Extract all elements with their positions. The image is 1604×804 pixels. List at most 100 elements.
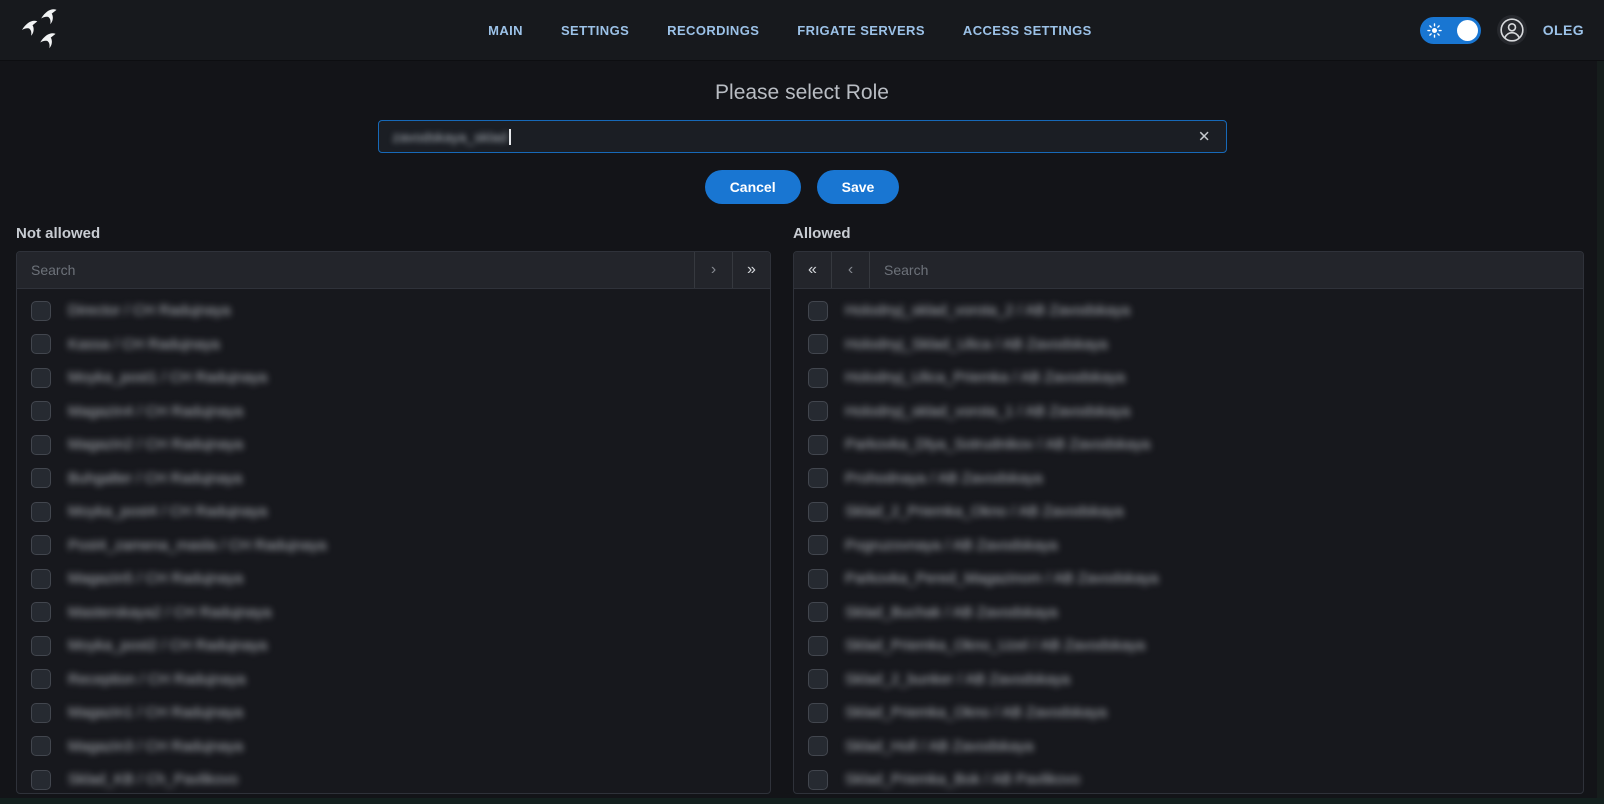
- list-item[interactable]: Sklad_Priemka_Okno_Uzel / AB Zavodskaya: [794, 629, 1583, 663]
- nav-item-settings[interactable]: SETTINGS: [561, 23, 629, 38]
- checkbox[interactable]: [31, 435, 51, 455]
- checkbox[interactable]: [808, 502, 828, 522]
- cancel-button[interactable]: Cancel: [705, 170, 801, 204]
- list-item-label: Holodnyj_Sklad_Ulica / AB Zavodskaya: [845, 336, 1108, 353]
- list-item[interactable]: Prohodnaya / AB Zavodskaya: [794, 462, 1583, 496]
- list-item-label: Moyka_post2 / CH Radujnaya: [68, 637, 267, 654]
- checkbox[interactable]: [31, 636, 51, 656]
- list-item[interactable]: Pogruzovnaya / AB Zavodskaya: [794, 529, 1583, 563]
- list-item[interactable]: Buhgalter / CH Radujnaya: [17, 462, 770, 496]
- nav-item-recordings[interactable]: RECORDINGS: [667, 23, 759, 38]
- list-item-label: Sklad_Priemka_Okno / AB Zavodskaya: [845, 704, 1107, 721]
- checkbox[interactable]: [31, 736, 51, 756]
- checkbox[interactable]: [31, 368, 51, 388]
- list-item[interactable]: Sklad_Buchak / AB Zavodskaya: [794, 596, 1583, 630]
- checkbox[interactable]: [31, 770, 51, 790]
- list-item[interactable]: Moyka_post1 / CH Radujnaya: [17, 361, 770, 395]
- role-input-wrap: zavodskaya_sklad ✕: [378, 120, 1227, 153]
- checkbox[interactable]: [808, 736, 828, 756]
- checkbox[interactable]: [808, 468, 828, 488]
- user-name[interactable]: OLEG: [1543, 22, 1584, 38]
- list-item[interactable]: Parkovka_Dlya_Sotrudnikov / AB Zavodskay…: [794, 428, 1583, 462]
- dialog-actions: Cancel Save: [0, 170, 1604, 204]
- checkbox[interactable]: [31, 569, 51, 589]
- checkbox[interactable]: [31, 301, 51, 321]
- checkbox[interactable]: [808, 770, 828, 790]
- list-item-label: Magazin1 / CH Radujnaya: [68, 704, 243, 721]
- checkbox[interactable]: [808, 602, 828, 622]
- checkbox[interactable]: [31, 535, 51, 555]
- list-item[interactable]: Reception / CH Radujnaya: [17, 663, 770, 697]
- list-item[interactable]: Parkovka_Pered_Magazinom / AB Zavodskaya: [794, 562, 1583, 596]
- checkbox[interactable]: [31, 468, 51, 488]
- list-item[interactable]: Holodnyj_Sklad_Ulica / AB Zavodskaya: [794, 328, 1583, 362]
- list-item-label: Holodnyj_sklad_vorota_2 / AB Zavodskaya: [845, 302, 1130, 319]
- list-item[interactable]: Moyka_post4 / CH Radujnaya: [17, 495, 770, 529]
- list-item[interactable]: Sklad_Priemka_Okno / AB Zavodskaya: [794, 696, 1583, 730]
- list-item-label: Magazin5 / CH Radujnaya: [68, 570, 243, 587]
- not-allowed-title: Not allowed: [16, 225, 771, 242]
- main-navigation: MAIN SETTINGS RECORDINGS FRIGATE SERVERS…: [488, 0, 1092, 60]
- list-item[interactable]: Magazin4 / CH Radujnaya: [17, 395, 770, 429]
- theme-toggle[interactable]: [1420, 17, 1481, 44]
- list-item-label: Director / CH Radujnaya: [68, 302, 231, 319]
- role-input-value: zavodskaya_sklad: [393, 129, 507, 145]
- list-item[interactable]: Director / CH Radujnaya: [17, 294, 770, 328]
- list-item[interactable]: Moyka_post2 / CH Radujnaya: [17, 629, 770, 663]
- move-all-left-icon[interactable]: «: [794, 252, 832, 288]
- frigate-birds-logo-icon[interactable]: [20, 6, 70, 54]
- move-selected-right-icon[interactable]: ›: [694, 252, 732, 288]
- list-item[interactable]: Magazin5 / CH Radujnaya: [17, 562, 770, 596]
- checkbox[interactable]: [808, 569, 828, 589]
- checkbox[interactable]: [31, 334, 51, 354]
- list-item[interactable]: Holodnyj_sklad_vorota_2 / AB Zavodskaya: [794, 294, 1583, 328]
- list-item[interactable]: Sklad_KB / Ch_Pavlikovo: [17, 763, 770, 793]
- list-item[interactable]: Sklad_2_Priemka_Okno / AB Zavodskaya: [794, 495, 1583, 529]
- role-input[interactable]: zavodskaya_sklad: [378, 120, 1227, 153]
- list-item[interactable]: Sklad_Holl / AB Zavodskaya: [794, 730, 1583, 764]
- checkbox[interactable]: [31, 502, 51, 522]
- not-allowed-search-input[interactable]: [17, 252, 694, 288]
- checkbox[interactable]: [808, 334, 828, 354]
- list-item[interactable]: Magazin2 / CH Radujnaya: [17, 428, 770, 462]
- user-avatar-icon[interactable]: [1497, 15, 1527, 45]
- list-item[interactable]: Kassa / CH Radujnaya: [17, 328, 770, 362]
- checkbox[interactable]: [808, 669, 828, 689]
- checkbox[interactable]: [808, 636, 828, 656]
- move-selected-left-icon[interactable]: ‹: [832, 252, 870, 288]
- list-item-label: Magazin3 / CH Radujnaya: [68, 738, 243, 755]
- nav-item-access-settings[interactable]: ACCESS SETTINGS: [963, 23, 1092, 38]
- allowed-title: Allowed: [793, 225, 1584, 242]
- list-item[interactable]: Masterskaya2 / CH Radujnaya: [17, 596, 770, 630]
- nav-item-main[interactable]: MAIN: [488, 23, 523, 38]
- list-item-label: Sklad_Holl / AB Zavodskaya: [845, 738, 1033, 755]
- list-item-label: Masterskaya2 / CH Radujnaya: [68, 604, 271, 621]
- allowed-panel: « ‹ Holodnyj_sklad_vorota_2 / AB Zavodsk…: [793, 251, 1584, 794]
- list-item-label: Sklad_Priemka_Bok / AB Pavlikovo: [845, 771, 1080, 788]
- checkbox[interactable]: [808, 301, 828, 321]
- checkbox[interactable]: [808, 703, 828, 723]
- list-item[interactable]: Magazin3 / CH Radujnaya: [17, 730, 770, 764]
- checkbox[interactable]: [31, 401, 51, 421]
- checkbox[interactable]: [31, 602, 51, 622]
- checkbox[interactable]: [808, 435, 828, 455]
- list-item[interactable]: Holodnyj_Ulica_Priemka / AB Zavodskaya: [794, 361, 1583, 395]
- list-item[interactable]: Magazin1 / CH Radujnaya: [17, 696, 770, 730]
- list-item[interactable]: Holodnyj_sklad_vorota_1 / AB Zavodskaya: [794, 395, 1583, 429]
- list-item[interactable]: Sklad_2_bunker / AB Zavodskaya: [794, 663, 1583, 697]
- allowed-search-input[interactable]: [870, 252, 1583, 288]
- list-item-label: Moyka_post4 / CH Radujnaya: [68, 503, 267, 520]
- checkbox[interactable]: [808, 535, 828, 555]
- clear-input-icon[interactable]: ✕: [1194, 125, 1215, 148]
- checkbox[interactable]: [808, 368, 828, 388]
- checkbox[interactable]: [31, 669, 51, 689]
- not-allowed-toolbar: › »: [17, 252, 770, 289]
- move-all-right-icon[interactable]: »: [732, 252, 770, 288]
- list-item[interactable]: Sklad_Priemka_Bok / AB Pavlikovo: [794, 763, 1583, 793]
- checkbox[interactable]: [808, 401, 828, 421]
- list-item-label: Reception / CH Radujnaya: [68, 671, 246, 688]
- nav-item-frigate-servers[interactable]: FRIGATE SERVERS: [797, 23, 925, 38]
- list-item[interactable]: Post4_zamena_masla / CH Radujnaya: [17, 529, 770, 563]
- save-button[interactable]: Save: [817, 170, 900, 204]
- checkbox[interactable]: [31, 703, 51, 723]
